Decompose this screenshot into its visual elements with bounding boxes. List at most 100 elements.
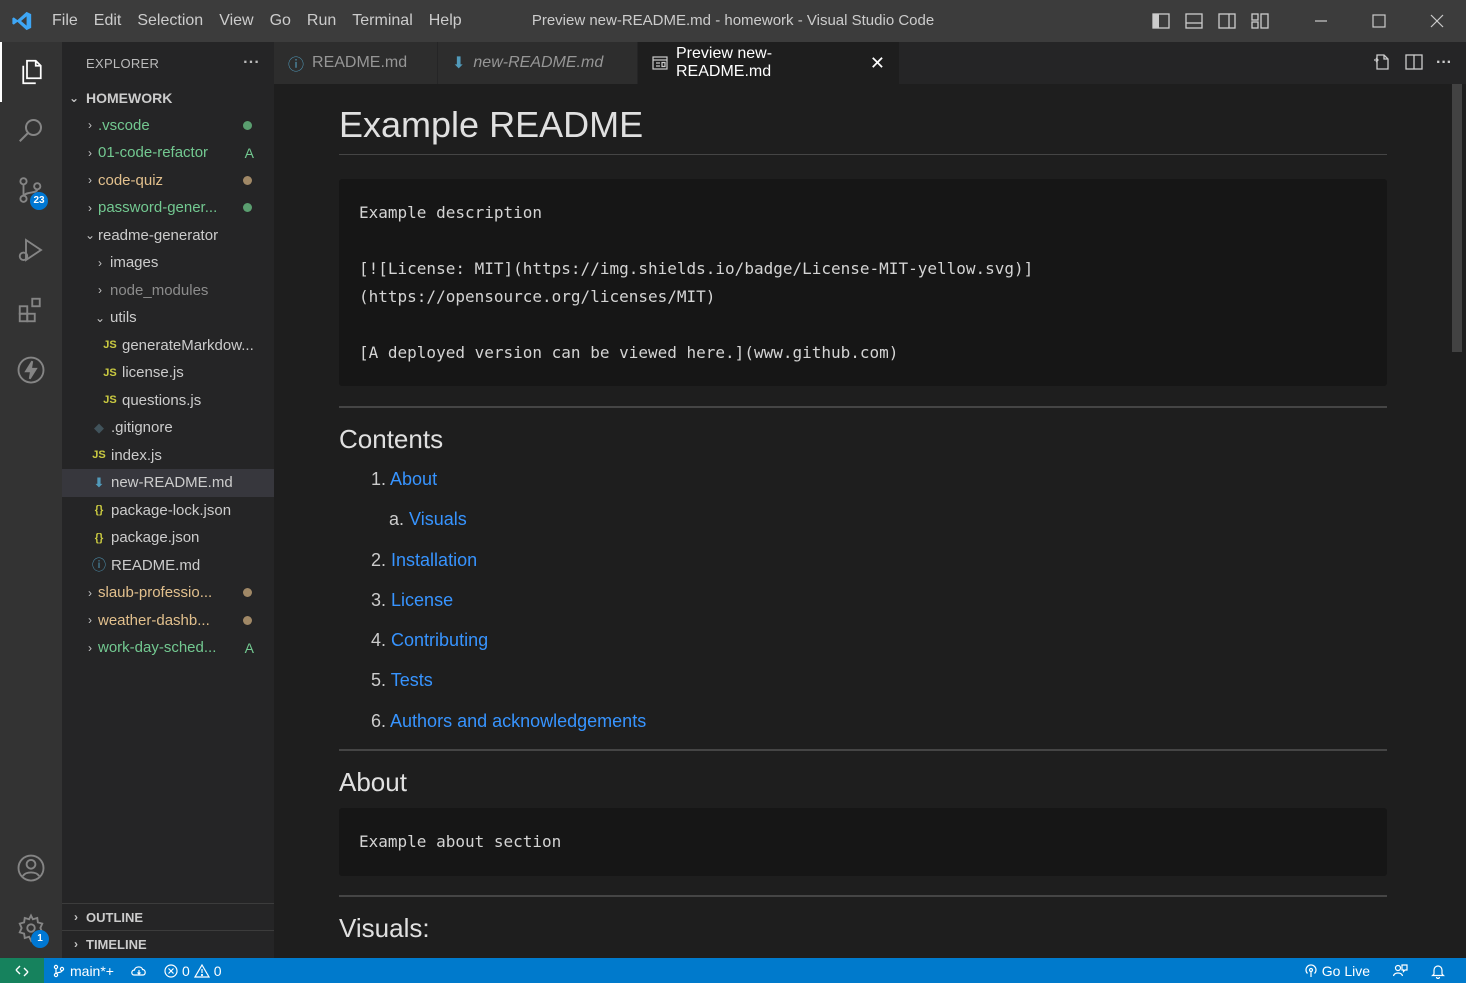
toggle-secondary-sidebar-icon[interactable]: [1210, 0, 1243, 42]
toc-link-tests[interactable]: Tests: [391, 670, 433, 690]
git-branch-status[interactable]: main*+: [44, 963, 122, 979]
tree-folder-vscode[interactable]: › .vscode: [62, 112, 274, 140]
chevron-right-icon: ›: [88, 640, 92, 655]
manage-gear-icon[interactable]: 1: [0, 898, 62, 958]
go-live-button[interactable]: Go Live: [1296, 963, 1378, 979]
run-debug-icon[interactable]: [0, 220, 62, 280]
git-modified-dot: [243, 615, 252, 625]
menu-edit[interactable]: Edit: [86, 0, 130, 42]
markdown-icon: ⬇: [452, 55, 466, 72]
javascript-file-icon: JS: [92, 449, 106, 462]
workspace-root[interactable]: ⌄ HOMEWORK: [62, 84, 274, 112]
chevron-right-icon: ›: [88, 613, 92, 628]
tree-file-generate-markdown[interactable]: JS generateMarkdow...: [62, 332, 274, 360]
markdown-file-icon: ⬇: [93, 474, 105, 490]
tree-file-readme[interactable]: ⓘ README.md: [62, 552, 274, 580]
git-modified-dot: [243, 588, 252, 597]
extensions-icon[interactable]: [0, 280, 62, 340]
toggle-panel-icon[interactable]: [1177, 0, 1210, 42]
chevron-down-icon: ⌄: [84, 228, 96, 243]
search-icon[interactable]: [0, 100, 62, 160]
toc-item-authors: 6. Authors and acknowledgements: [371, 711, 647, 731]
more-actions-icon[interactable]: ···: [1436, 54, 1452, 72]
toc-item-license: 3. License: [371, 590, 454, 610]
vertical-scrollbar[interactable]: [1452, 84, 1462, 352]
accounts-icon[interactable]: [0, 838, 62, 898]
explorer-icon[interactable]: [0, 42, 62, 102]
warning-icon: [193, 963, 210, 978]
code-line: (https://opensource.org/licenses/MIT): [359, 287, 716, 306]
timeline-section[interactable]: › TIMELINE: [62, 930, 274, 957]
menu-terminal[interactable]: Terminal: [344, 0, 420, 42]
source-control-badge: 23: [30, 192, 48, 210]
error-icon: [164, 963, 178, 978]
tree-file-gitignore[interactable]: ◆ .gitignore: [62, 414, 274, 442]
menu-file[interactable]: File: [44, 0, 86, 42]
tree-folder-slaub-portfolio[interactable]: › slaub-professio...: [62, 579, 274, 607]
problems-status[interactable]: 0 0: [156, 963, 230, 979]
settings-badge: 1: [31, 930, 49, 948]
chevron-down-icon: ⌄: [94, 310, 106, 325]
javascript-file-icon: JS: [103, 366, 117, 379]
menu-run[interactable]: Run: [299, 0, 344, 42]
broadcast-icon: [1305, 963, 1317, 977]
json-file-icon: {}: [94, 504, 104, 517]
outline-section[interactable]: › OUTLINE: [62, 903, 274, 930]
maximize-icon[interactable]: [1350, 0, 1408, 42]
menu-view[interactable]: View: [211, 0, 261, 42]
git-added-badge: A: [244, 639, 254, 656]
tree-file-new-readme[interactable]: ⬇ new-README.md: [62, 469, 274, 497]
tree-folder-node-modules[interactable]: › node_modules: [62, 277, 274, 305]
code-line: [![License: MIT](https://img.shields.io/…: [359, 259, 1034, 278]
toc-link-about[interactable]: About: [390, 469, 437, 489]
tree-file-license-js[interactable]: JS license.js: [62, 359, 274, 387]
tab-new-readme[interactable]: ⬇ new-README.md: [438, 42, 638, 84]
menu-help[interactable]: Help: [421, 0, 470, 42]
toc-link-authors[interactable]: Authors and acknowledgements: [390, 711, 646, 731]
tree-folder-weather-dashboard[interactable]: › weather-dashb...: [62, 607, 274, 635]
toc-link-installation[interactable]: Installation: [391, 550, 477, 570]
feedback-icon[interactable]: [1378, 963, 1422, 979]
chevron-right-icon: ›: [74, 910, 78, 924]
toggle-primary-sidebar-icon[interactable]: [1144, 0, 1177, 42]
menu-selection[interactable]: Selection: [129, 0, 211, 42]
tree-folder-readme-generator[interactable]: ⌄ readme-generator: [62, 222, 274, 250]
customize-layout-icon[interactable]: [1243, 0, 1276, 42]
tree-file-package-lock[interactable]: {} package-lock.json: [62, 497, 274, 525]
remote-indicator-icon[interactable]: [0, 958, 44, 983]
code-line: Example description: [359, 203, 543, 222]
explorer-more-actions-icon[interactable]: ···: [243, 54, 260, 72]
tree-folder-utils[interactable]: ⌄ utils: [62, 304, 274, 332]
sync-status[interactable]: [122, 964, 156, 978]
toc-link-contributing[interactable]: Contributing: [391, 630, 488, 650]
vscode-logo-icon: [0, 0, 44, 42]
code-line: [A deployed version can be viewed here.]…: [359, 343, 899, 362]
tree-folder-work-day-scheduler[interactable]: › work-day-sched... A: [62, 634, 274, 662]
notifications-bell-icon[interactable]: [1422, 963, 1454, 979]
close-tab-icon[interactable]: ✕: [870, 53, 885, 74]
tree-folder-code-refactor[interactable]: › 01-code-refactor A: [62, 139, 274, 167]
tree-file-index-js[interactable]: JS index.js: [62, 442, 274, 470]
status-bar: main*+ 0 0 Go Live: [0, 958, 1466, 983]
tab-readme[interactable]: ⓘ README.md: [274, 42, 438, 84]
minimize-icon[interactable]: [1292, 0, 1350, 42]
split-editor-icon[interactable]: [1404, 52, 1424, 75]
tree-folder-images[interactable]: › images: [62, 249, 274, 277]
toc-link-visuals[interactable]: Visuals: [409, 509, 467, 529]
chevron-right-icon: ›: [88, 173, 92, 188]
toc-item-about: 1. About: [371, 469, 438, 489]
tab-preview-new-readme[interactable]: Preview new-README.md ✕: [638, 42, 900, 84]
tree-file-package-json[interactable]: {} package.json: [62, 524, 274, 552]
tree-folder-code-quiz[interactable]: › code-quiz: [62, 167, 274, 195]
tree-folder-password-generator[interactable]: › password-gener...: [62, 194, 274, 222]
tree-file-questions-js[interactable]: JS questions.js: [62, 387, 274, 415]
menu-go[interactable]: Go: [262, 0, 299, 42]
chevron-right-icon: ›: [98, 255, 102, 270]
source-control-icon[interactable]: 23: [0, 160, 62, 220]
git-branch-icon: [53, 964, 65, 977]
open-source-icon[interactable]: [1372, 52, 1392, 75]
toc-link-license[interactable]: License: [391, 590, 453, 610]
menu-bar: File Edit Selection View Go Run Terminal…: [44, 0, 470, 42]
window-close-icon[interactable]: [1408, 0, 1466, 42]
live-server-icon[interactable]: [0, 340, 62, 400]
